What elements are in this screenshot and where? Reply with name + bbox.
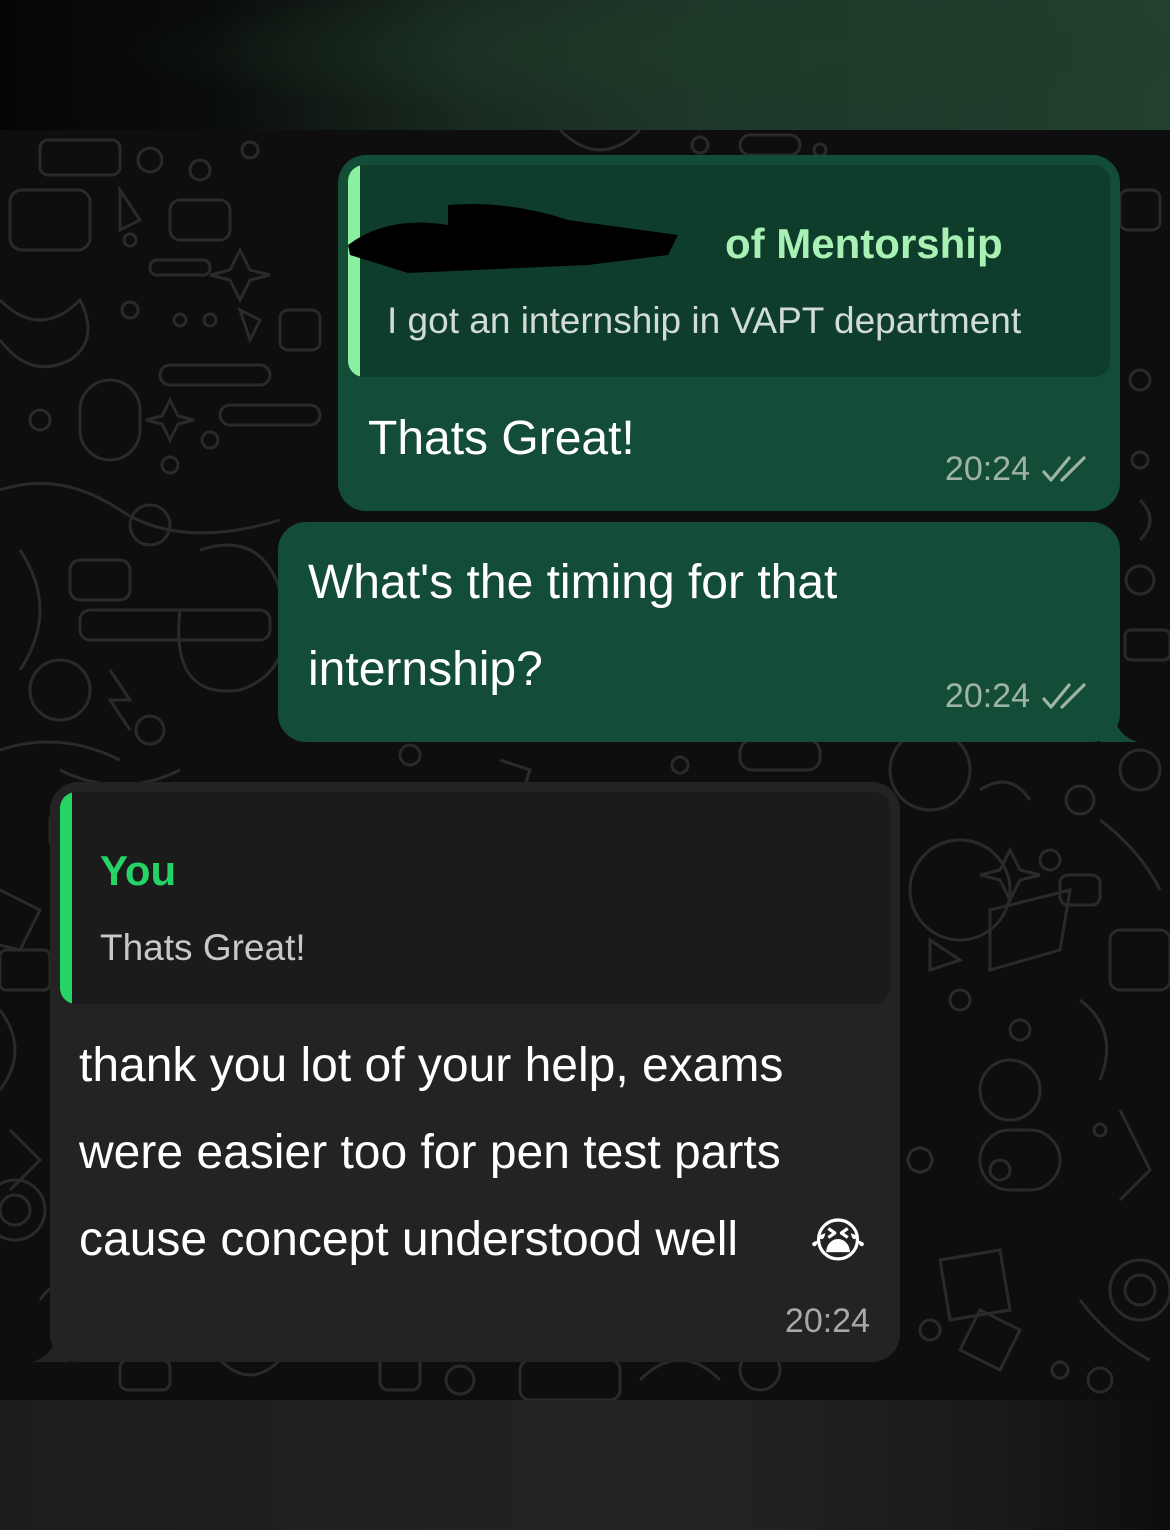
bubble-tail-outgoing [1100, 710, 1138, 742]
message-text: thank you lot of your help, exams were e… [79, 1039, 784, 1266]
message-time: 20:24 [944, 450, 1030, 488]
message-text: Thats Great! [368, 412, 635, 465]
double-check-icon [1042, 682, 1086, 709]
bubble-tail-incoming [32, 1330, 70, 1362]
double-check-icon [1042, 455, 1086, 482]
reply-quote-bar [60, 792, 72, 1004]
reply-quote[interactable]: You Thats Great! [60, 792, 890, 1004]
chat-header-blurred [0, 0, 1170, 130]
reply-quote-text: I got an internship in VAPT department [387, 300, 1022, 341]
message-time: 20:24 [784, 1302, 870, 1340]
crying-emoji: 😭 [810, 1215, 867, 1268]
reply-quote-sender: You [100, 847, 177, 894]
message-bubble-incoming[interactable]: You Thats Great! thank you lot of your h… [50, 782, 900, 1362]
reply-quote-text: Thats Great! [100, 927, 306, 968]
reply-quote-sender: of Mentorship [725, 220, 1003, 267]
message-meta: 20:24 [945, 450, 1090, 489]
message-meta: 20:24 [945, 677, 1090, 716]
message-time: 20:24 [944, 677, 1030, 715]
message-meta: 20:24 [785, 1302, 870, 1341]
redaction-scribble [348, 195, 688, 275]
message-bubble-outgoing[interactable]: What's the timing for that internship? 2… [278, 522, 1120, 742]
message-text: What's the timing for that internship? [308, 556, 838, 696]
reply-quote[interactable]: of Mentorship I got an internship in VAP… [348, 165, 1110, 377]
message-bubble-outgoing[interactable]: of Mentorship I got an internship in VAP… [338, 155, 1120, 511]
chat-area[interactable]: of Mentorship I got an internship in VAP… [0, 130, 1170, 1400]
composer-bar-blurred [0, 1400, 1170, 1530]
